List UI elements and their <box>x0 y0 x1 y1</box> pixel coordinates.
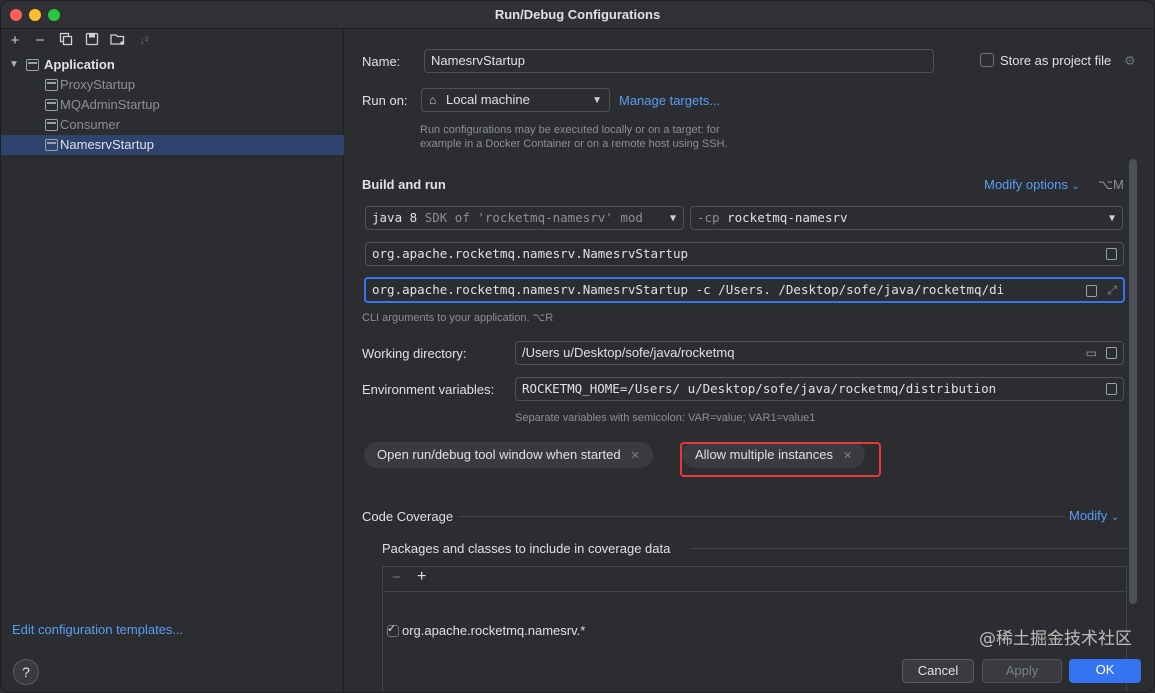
section-divider <box>691 548 1127 549</box>
coverage-entry-label: org.apache.rocketmq.namesrv.* <box>402 623 586 638</box>
tree-item-proxystartup[interactable]: ProxyStartup <box>1 75 344 95</box>
section-divider <box>459 516 1065 517</box>
text-cursor <box>575 282 583 296</box>
application-config-icon <box>45 99 58 111</box>
sort-icon[interactable]: ↓² <box>135 32 153 50</box>
tree-group-label: Application <box>44 57 115 72</box>
highlight-annotation-box <box>680 442 881 477</box>
configurations-toolbar: + − ↓² <box>1 29 344 55</box>
cli-hint: CLI arguments to your application. ⌥R <box>362 312 554 324</box>
chevron-down-icon: ▼ <box>1108 213 1115 224</box>
main-class-field[interactable]: org.apache.rocketmq.namesrv.NamesrvStart… <box>365 242 1124 266</box>
main-class-value: org.apache.rocketmq.namesrv.NamesrvStart… <box>372 246 689 261</box>
tree-item-namesrvstartup[interactable]: NamesrvStartup <box>1 135 344 155</box>
modify-options-label: Modify options <box>984 177 1068 192</box>
application-icon <box>26 59 39 71</box>
help-button[interactable]: ? <box>13 659 39 685</box>
tree-item-label: Consumer <box>60 117 120 132</box>
chevron-down-icon: ▼ <box>665 208 676 229</box>
close-icon[interactable]: ✕ <box>631 450 640 462</box>
modify-label: Modify <box>1069 508 1108 523</box>
configuration-editor: Name: NamesrvStartup Store as project fi… <box>345 29 1154 692</box>
vertical-scrollbar[interactable] <box>1129 159 1137 604</box>
expand-icon[interactable]: ⤢ <box>1107 279 1117 301</box>
name-label: Name: <box>362 54 401 69</box>
environment-variables-label: Environment variables: <box>362 382 495 397</box>
remove-icon[interactable]: − <box>31 32 49 50</box>
title-bar: Run/Debug Configurations <box>1 1 1154 29</box>
application-config-icon <box>45 139 58 151</box>
run-debug-configurations-dialog: Run/Debug Configurations + − ↓² ▼ Applic… <box>0 0 1155 693</box>
home-icon: ⌂ <box>429 93 437 107</box>
document-icon[interactable] <box>1086 285 1097 297</box>
ok-button[interactable]: OK <box>1069 659 1141 683</box>
run-on-dropdown[interactable]: ⌂ Local machine ▼ <box>421 88 610 112</box>
chevron-down-icon: ⌄ <box>1071 181 1080 192</box>
option-chip-open-tool-window[interactable]: Open run/debug tool window when started ✕ <box>364 442 653 468</box>
modify-options-shortcut: ⌥M <box>1098 177 1124 192</box>
program-arguments-value: org.apache.rocketmq.namesrv.NamesrvStart… <box>372 282 1005 297</box>
build-and-run-heading: Build and run <box>362 177 446 192</box>
environment-variables-hint: Separate variables with semicolon: VAR=v… <box>515 412 816 424</box>
code-coverage-heading: Code Coverage <box>362 509 454 524</box>
configurations-sidebar: + − ↓² ▼ Application ProxyStartup MQAdmi… <box>1 29 344 692</box>
name-field[interactable]: NamesrvStartup <box>424 49 934 73</box>
edit-configuration-templates-link[interactable]: Edit configuration templates... <box>12 622 183 637</box>
store-project-checkbox[interactable] <box>980 53 994 67</box>
tree-item-consumer[interactable]: Consumer <box>1 115 344 135</box>
jdk-detail: SDK of 'rocketmq-namesrv' mod <box>424 210 643 225</box>
run-on-label: Run on: <box>362 93 408 108</box>
tree-item-mqadminstartup[interactable]: MQAdminStartup <box>1 95 344 115</box>
run-on-value: Local machine <box>446 92 530 107</box>
chevron-down-icon: ▼ <box>592 95 602 106</box>
jdk-dropdown[interactable]: java 8 SDK of 'rocketmq-namesrv' mod ▼ <box>365 206 684 230</box>
list-divider <box>383 591 1126 592</box>
application-config-icon <box>45 79 58 91</box>
tree-item-label: ProxyStartup <box>60 77 136 92</box>
tree-group-application[interactable]: ▼ Application <box>1 55 344 75</box>
cancel-button[interactable]: Cancel <box>902 659 974 683</box>
working-directory-field[interactable]: /Users u/Desktop/sofe/java/rocketmq ▭ <box>515 341 1124 365</box>
modify-options-link[interactable]: Modify options ⌄ <box>984 177 1080 192</box>
add-icon[interactable]: + <box>6 32 24 50</box>
classpath-value: rocketmq-namesrv <box>727 210 848 225</box>
apply-button[interactable]: Apply <box>982 659 1062 683</box>
chevron-down-icon[interactable]: ▼ <box>9 55 19 75</box>
coverage-include-label: Packages and classes to include in cover… <box>382 541 671 556</box>
copy-icon[interactable] <box>57 32 75 50</box>
watermark: @稀土掘金技术社区 <box>979 629 1132 649</box>
run-on-hint-line2: example in a Docker Container or on a re… <box>420 138 728 150</box>
tree-item-label: MQAdminStartup <box>60 97 160 112</box>
chevron-down-icon: ⌄ <box>1110 512 1120 523</box>
classpath-prefix: -cp <box>697 210 720 225</box>
new-folder-icon[interactable] <box>109 32 127 50</box>
folder-icon[interactable]: ▭ <box>1086 342 1097 364</box>
program-arguments-field[interactable]: org.apache.rocketmq.namesrv.NamesrvStart… <box>364 277 1125 303</box>
window-title: Run/Debug Configurations <box>494 7 661 22</box>
application-config-icon <box>45 119 58 131</box>
environment-variables-field[interactable]: ROCKETMQ_HOME=/Users/ u/Desktop/sofe/jav… <box>515 377 1124 401</box>
working-directory-value: /Users u/Desktop/sofe/java/rocketmq <box>522 345 735 360</box>
document-icon[interactable] <box>1106 383 1117 395</box>
remove-icon[interactable]: − <box>392 569 401 586</box>
tree-item-label: NamesrvStartup <box>60 137 154 152</box>
environment-variables-value: ROCKETMQ_HOME=/Users/ u/Desktop/sofe/jav… <box>522 381 997 396</box>
gear-icon[interactable]: ⚙ <box>1124 53 1136 69</box>
classpath-dropdown[interactable]: -cp rocketmq-namesrv ▼ <box>690 206 1123 230</box>
chip-label: Open run/debug tool window when started <box>377 447 621 462</box>
working-directory-label: Working directory: <box>362 346 467 361</box>
manage-targets-link[interactable]: Manage targets... <box>619 93 720 108</box>
save-icon[interactable] <box>83 32 101 50</box>
jdk-value: java 8 <box>372 210 418 225</box>
run-on-hint-line1: Run configurations may be executed local… <box>420 124 720 136</box>
checkmark-icon: ✓ <box>387 623 397 635</box>
document-icon[interactable] <box>1106 248 1117 260</box>
store-project-label: Store as project file <box>1000 53 1112 68</box>
modify-coverage-link[interactable]: Modify ⌄ <box>1069 508 1119 523</box>
document-icon[interactable] <box>1106 347 1117 359</box>
add-package-icon[interactable]: + <box>417 568 426 586</box>
